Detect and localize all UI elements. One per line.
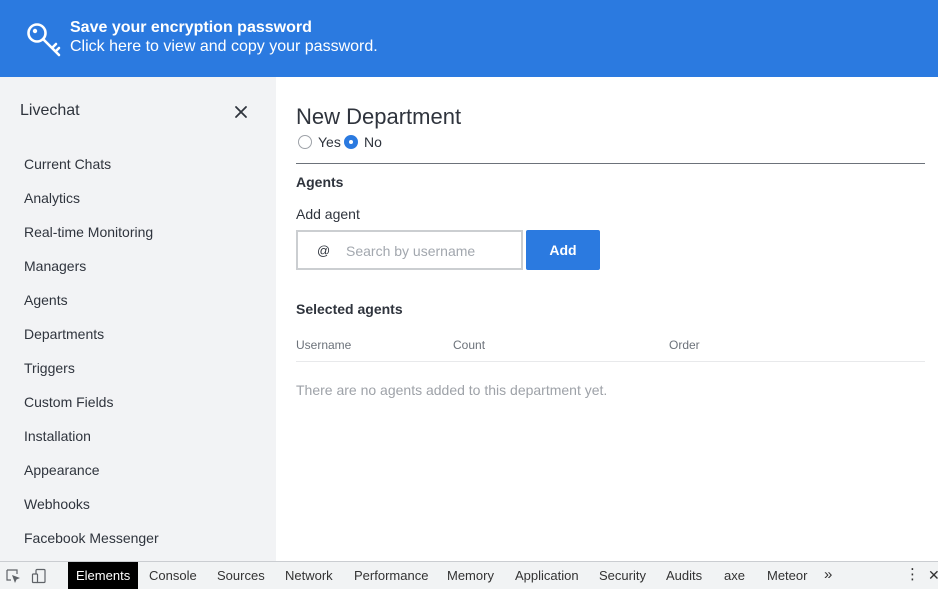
kebab-menu-icon[interactable]: ⋮ — [905, 562, 920, 588]
sidebar-item-triggers[interactable]: Triggers — [0, 359, 276, 393]
sidebar-item-custom-fields[interactable]: Custom Fields — [0, 393, 276, 427]
devtools-tab-network[interactable]: Network — [277, 562, 341, 589]
sidebar-item-agents[interactable]: Agents — [0, 291, 276, 325]
add-agent-button[interactable]: Add — [526, 230, 600, 270]
devtools-tab-meteor[interactable]: Meteor — [759, 562, 815, 589]
devtools-tab-elements[interactable]: Elements — [68, 562, 139, 589]
sidebar-nav: Current Chats Analytics Real-time Monito… — [0, 155, 276, 561]
column-header-order[interactable]: Order — [669, 338, 700, 352]
page-title: New Department — [296, 104, 462, 129]
devtools-close-icon[interactable]: ✕ — [928, 562, 938, 588]
sidebar-item-departments[interactable]: Departments — [0, 325, 276, 359]
close-icon[interactable] — [233, 104, 249, 120]
key-icon — [27, 23, 61, 57]
inspect-element-icon[interactable] — [5, 568, 21, 584]
devtools-toolbar: Elements Console Sources Network Perform… — [0, 561, 938, 589]
at-icon: @ — [317, 243, 331, 258]
encryption-password-banner[interactable]: Save your encryption password Click here… — [0, 0, 938, 77]
sidebar-title: Livechat — [20, 102, 80, 119]
radio-yes[interactable] — [298, 135, 312, 149]
divider — [296, 163, 925, 164]
sidebar-item-webhooks[interactable]: Webhooks — [0, 495, 276, 529]
sidebar-item-managers[interactable]: Managers — [0, 257, 276, 291]
radio-yes-label: Yes — [318, 134, 341, 150]
banner-title: Save your encryption password — [70, 19, 312, 36]
main-content: New Department Yes No Agents Add agent @… — [276, 77, 938, 561]
empty-agents-message: There are no agents added to this depart… — [296, 382, 608, 398]
sidebar-item-facebook-messenger[interactable]: Facebook Messenger — [0, 529, 276, 561]
sidebar-item-installation[interactable]: Installation — [0, 427, 276, 461]
table-header-divider — [296, 361, 925, 362]
sidebar: Livechat Current Chats Analytics Real-ti… — [0, 77, 276, 561]
agents-section-title: Agents — [296, 174, 344, 190]
devtools-tab-security[interactable]: Security — [591, 562, 654, 589]
agent-search-box[interactable]: @ — [296, 230, 523, 270]
devtools-tab-memory[interactable]: Memory — [439, 562, 502, 589]
radio-no-label: No — [364, 134, 382, 150]
banner-subtitle[interactable]: Click here to view and copy your passwor… — [70, 38, 378, 56]
radio-no[interactable] — [344, 135, 358, 149]
device-toolbar-icon[interactable] — [31, 568, 47, 584]
devtools-tab-performance[interactable]: Performance — [346, 562, 436, 589]
more-tabs-icon[interactable]: » — [824, 562, 832, 588]
agent-search-input[interactable] — [346, 241, 516, 261]
selected-agents-title: Selected agents — [296, 301, 403, 317]
sidebar-item-realtime-monitoring[interactable]: Real-time Monitoring — [0, 223, 276, 257]
devtools-tab-sources[interactable]: Sources — [209, 562, 273, 589]
devtools-tab-application[interactable]: Application — [507, 562, 587, 589]
column-header-username[interactable]: Username — [296, 338, 351, 352]
devtools-tab-axe[interactable]: axe — [716, 562, 753, 589]
devtools-tab-console[interactable]: Console — [141, 562, 205, 589]
column-header-count[interactable]: Count — [453, 338, 485, 352]
add-agent-label: Add agent — [296, 206, 360, 222]
sidebar-item-appearance[interactable]: Appearance — [0, 461, 276, 495]
devtools-tab-audits[interactable]: Audits — [658, 562, 710, 589]
sidebar-item-analytics[interactable]: Analytics — [0, 189, 276, 223]
sidebar-item-current-chats[interactable]: Current Chats — [0, 155, 276, 189]
